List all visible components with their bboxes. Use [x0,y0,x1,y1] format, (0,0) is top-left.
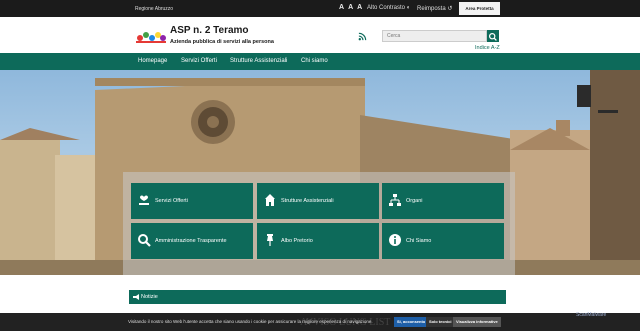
tile-label: Amministrazione Trasparente [155,238,227,244]
region-link[interactable]: Regione Abruzzo [135,6,173,12]
cookie-accept-button[interactable]: Si, acconsento [394,317,429,327]
search-button[interactable] [487,30,499,42]
font-size-controls: AAA [339,4,366,11]
nav-servizi-offerti[interactable]: Servizi Offerti [181,58,217,64]
pin-icon [267,234,273,246]
cookie-info-button[interactable]: Visualizza informative [453,317,501,327]
font-medium-button[interactable]: A [348,4,353,11]
megaphone-icon [133,294,139,300]
font-large-button[interactable]: A [357,4,362,11]
tile-strutture-assistenziali[interactable]: Strutture Assistenziali [257,183,379,219]
tile-albo-pretorio[interactable]: Albo Pretorio [257,223,379,259]
tile-label: Chi Siamo [406,238,432,244]
tile-label: Albo Pretorio [281,238,313,244]
protected-area-button[interactable]: Area Protetta [459,2,500,15]
hand-heart-icon [139,195,149,205]
reset-button[interactable]: Reimposta ↺ [417,5,452,12]
news-section-header[interactable]: Notizie [129,290,506,304]
tile-organi[interactable]: Organi [382,183,504,219]
cookie-banner: AVVISO LUNG LIST Visitando il nostro sit… [0,313,640,331]
building-icon [265,194,275,206]
tile-label: Strutture Assistenziali [281,198,334,204]
az-index-link[interactable]: Indice A-Z [475,45,500,51]
search-icon [138,234,151,247]
contrast-icon: ◐ [406,5,411,11]
rss-icon[interactable] [358,32,367,41]
tile-label: Organi [406,198,423,204]
nav-chi-siamo[interactable]: Chi siamo [301,58,328,64]
high-contrast-button[interactable]: Alto Contrasto ◐ [367,5,410,11]
nav-homepage[interactable]: Homepage [138,58,167,64]
news-label: Notizie [141,294,158,300]
info-icon [389,234,401,246]
org-chart-icon [389,194,401,206]
site-header: ASP n. 2 Teramo Azienda pubblica di serv… [0,17,640,53]
font-small-button[interactable]: A [339,4,344,11]
site-title[interactable]: ASP n. 2 Teramo [170,25,249,36]
tile-servizi-offerti[interactable]: Servizi Offerti [131,183,253,219]
reset-label: Reimposta [417,6,446,12]
main-nav: Homepage Servizi Offerti Strutture Assis… [0,53,640,70]
cookie-technical-only-button[interactable]: Solo tecnici [426,317,455,327]
top-bar: Regione Abruzzo AAA Alto Contrasto ◐ Rei… [0,0,640,17]
tile-amministrazione-trasparente[interactable]: Amministrazione Trasparente [131,223,253,259]
tile-label: Servizi Offerti [155,198,188,204]
cookie-message: Visitando il nostro sito Web l'utente ac… [128,319,373,324]
search-input[interactable] [382,30,487,42]
tile-chi-siamo[interactable]: Chi Siamo [382,223,504,259]
logo-icon[interactable] [135,29,167,45]
search-icon [488,32,497,41]
nav-strutture-assistenziali[interactable]: Strutture Assistenziali [230,58,287,64]
high-contrast-label: Alto Contrasto [367,5,406,11]
scanmalware-badge[interactable]: ScanMalware [576,310,634,320]
site-subtitle: Azienda pubblica di servizi alla persona [170,39,274,45]
reset-icon: ↺ [447,6,453,12]
